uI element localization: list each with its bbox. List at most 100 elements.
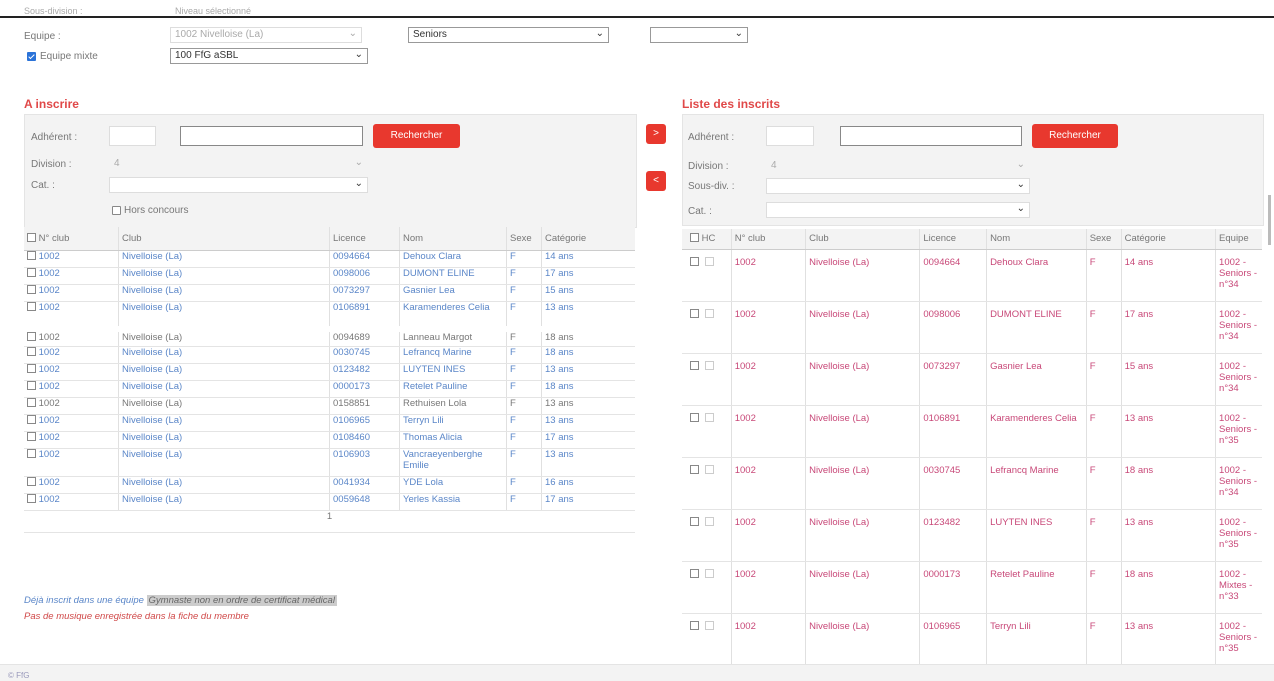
hc-checkbox[interactable] bbox=[705, 412, 714, 422]
right-col-hc[interactable]: HC bbox=[682, 229, 732, 250]
select-all-checkbox[interactable] bbox=[27, 232, 36, 242]
cell-club[interactable]: Nivelloise (La) bbox=[118, 431, 330, 449]
remove-from-list-button[interactable]: < bbox=[646, 171, 666, 191]
cell-club[interactable]: Nivelloise (La) bbox=[118, 284, 330, 302]
right-adherent-search-input[interactable] bbox=[840, 126, 1022, 146]
table-row[interactable]: 1002 Nivelloise (La) 0094664 Dehoux Clara F 1… bbox=[682, 249, 1262, 302]
table-row[interactable]: 1002 Nivelloise (La) 0059648 Yerles Kassia F… bbox=[24, 493, 635, 511]
table-row[interactable]: 1002 Nivelloise (La) 0073297 Gasnier Lea F 15… bbox=[682, 353, 1262, 406]
cell-club[interactable]: Nivelloise (La) bbox=[118, 493, 330, 511]
right-col-club[interactable]: Club bbox=[805, 229, 920, 250]
right-col-sexe[interactable]: Sexe bbox=[1085, 229, 1122, 250]
program-select[interactable]: 100 FfG aSBL ⌄ bbox=[170, 48, 368, 64]
division-select[interactable]: 4 ⌄ bbox=[109, 156, 368, 172]
row-checkbox[interactable] bbox=[27, 284, 36, 294]
cell-club[interactable]: Nivelloise (La) bbox=[118, 476, 330, 494]
table-row[interactable]: 1002 Nivelloise (La) 0106903 Vancraeyenberg… bbox=[24, 448, 635, 477]
cell-club[interactable]: Nivelloise (La) bbox=[118, 267, 330, 285]
hc-checkbox[interactable] bbox=[705, 360, 714, 370]
right-col-categorie[interactable]: Catégorie bbox=[1120, 229, 1216, 250]
cell-club[interactable]: Nivelloise (La) bbox=[118, 363, 330, 381]
table-row[interactable]: 1002 Nivelloise (La) 0106891 Karamenderes C… bbox=[682, 405, 1262, 458]
table-row[interactable]: 1002 Nivelloise (La) 0098006 DUMONT ELINE F 1… bbox=[682, 301, 1262, 354]
row-checkbox[interactable] bbox=[27, 380, 36, 390]
blank-select[interactable]: ⌄ bbox=[650, 27, 748, 43]
cell-nom[interactable]: Vancraeyenberghe Emilie bbox=[399, 448, 507, 477]
cell-nom[interactable]: Lanneau Margot bbox=[399, 329, 507, 347]
cell-nom[interactable]: Rethuisen Lola bbox=[399, 397, 507, 415]
left-col-club-no[interactable]: N° club bbox=[24, 227, 119, 251]
right-cat-select[interactable]: ⌄ bbox=[766, 202, 1030, 218]
left-col-categorie[interactable]: Catégorie bbox=[541, 227, 635, 251]
cell-nom[interactable]: Gasnier Lea bbox=[399, 284, 507, 302]
left-col-club[interactable]: Club bbox=[118, 227, 330, 251]
seniors-select[interactable]: Seniors ⌄ bbox=[408, 27, 609, 43]
scrollbar-thumb[interactable] bbox=[1268, 195, 1271, 245]
row-checkbox[interactable] bbox=[27, 250, 36, 260]
hc-checkbox[interactable] bbox=[705, 464, 714, 474]
cell-nom[interactable]: Dehoux Clara bbox=[399, 250, 507, 268]
row-checkbox[interactable] bbox=[27, 346, 36, 356]
hors-concours-checkbox[interactable] bbox=[112, 206, 121, 215]
adherent-search-input[interactable] bbox=[180, 126, 363, 146]
cell-club[interactable]: Nivelloise (La) bbox=[118, 414, 330, 432]
table-row[interactable]: 1002 Nivelloise (La) 0000173 Retelet Paulin… bbox=[24, 380, 635, 398]
row-checkbox[interactable] bbox=[27, 476, 36, 486]
equipe-select[interactable]: 1002 Nivelloise (La) ⌄ bbox=[170, 27, 362, 43]
left-col-licence[interactable]: Licence bbox=[329, 227, 400, 251]
page-number[interactable]: 1 bbox=[24, 510, 635, 533]
cell-club[interactable]: Nivelloise (La) bbox=[118, 380, 330, 398]
sousdiv-select[interactable]: ⌄ bbox=[766, 178, 1030, 194]
cell-nom[interactable]: YDE Lola bbox=[399, 476, 507, 494]
row-checkbox[interactable] bbox=[690, 464, 699, 474]
table-row[interactable]: 1002 Nivelloise (La) 0108460 Thomas Alicia F… bbox=[24, 431, 635, 449]
select-all-right-checkbox[interactable] bbox=[690, 233, 699, 243]
row-checkbox[interactable] bbox=[690, 412, 699, 422]
table-row[interactable]: 1002 Nivelloise (La) 0106965 Terryn Lili F 13… bbox=[24, 414, 635, 432]
right-col-nom[interactable]: Nom bbox=[986, 229, 1087, 250]
right-col-licence[interactable]: Licence bbox=[919, 229, 987, 250]
row-checkbox[interactable] bbox=[690, 516, 699, 526]
row-checkbox[interactable] bbox=[690, 256, 699, 266]
left-col-nom[interactable]: Nom bbox=[399, 227, 507, 251]
row-checkbox[interactable] bbox=[27, 332, 36, 341]
right-col-club-no[interactable]: N° club bbox=[730, 229, 806, 250]
table-row[interactable]: 1002 Nivelloise (La) 0073297 Gasnier Lea F 15… bbox=[24, 284, 635, 302]
right-division-select[interactable]: 4 ⌄ bbox=[766, 158, 1030, 174]
table-row[interactable]: 1002 Nivelloise (La) 0098006 DUMONT ELINE F 1… bbox=[24, 267, 635, 285]
cell-nom[interactable]: DUMONT ELINE bbox=[399, 267, 507, 285]
table-row[interactable]: 1002 Nivelloise (La) 0030745 Lefrancq Marin… bbox=[682, 457, 1262, 510]
hc-checkbox[interactable] bbox=[705, 256, 714, 266]
right-col-equipe[interactable]: Equipe bbox=[1215, 229, 1262, 250]
row-checkbox[interactable] bbox=[690, 620, 699, 630]
left-search-button[interactable]: Rechercher bbox=[373, 124, 460, 148]
row-checkbox[interactable] bbox=[690, 308, 699, 318]
table-row[interactable]: 1002 Nivelloise (La) 0158851 Rethuisen Lola… bbox=[24, 397, 635, 415]
cat-select[interactable]: ⌄ bbox=[109, 177, 368, 193]
table-row[interactable]: 1002 Nivelloise (La) 0106965 Terryn Lili F 13… bbox=[682, 613, 1262, 666]
table-row[interactable]: 1002 Nivelloise (La) 0094664 Dehoux Clara F 1… bbox=[24, 250, 635, 268]
row-checkbox[interactable] bbox=[690, 360, 699, 370]
cell-nom[interactable]: Lefrancq Marine bbox=[399, 346, 507, 364]
hc-checkbox[interactable] bbox=[705, 568, 714, 578]
table-row[interactable]: 1002 Nivelloise (La) 0106891 Karamenderes C… bbox=[24, 301, 635, 330]
row-checkbox[interactable] bbox=[27, 267, 36, 277]
right-search-button[interactable]: Rechercher bbox=[1032, 124, 1118, 148]
table-row[interactable]: 1002 Nivelloise (La) 0123482 LUYTEN INES F 13… bbox=[24, 363, 635, 381]
left-col-sexe[interactable]: Sexe bbox=[506, 227, 542, 251]
add-to-list-button[interactable]: > bbox=[646, 124, 666, 144]
table-row[interactable]: 1002 Nivelloise (La) 0000173 Retelet Paulin… bbox=[682, 561, 1262, 614]
cell-club[interactable]: Nivelloise (La) bbox=[118, 301, 330, 330]
cell-club[interactable]: Nivelloise (La) bbox=[118, 448, 330, 477]
hc-checkbox[interactable] bbox=[705, 308, 714, 318]
row-checkbox[interactable] bbox=[27, 448, 36, 458]
cell-nom[interactable]: Terryn Lili bbox=[399, 414, 507, 432]
adherent-number-input[interactable] bbox=[109, 126, 156, 146]
cell-nom[interactable]: Yerles Kassia bbox=[399, 493, 507, 511]
row-checkbox[interactable] bbox=[27, 397, 36, 407]
cell-nom[interactable]: LUYTEN INES bbox=[399, 363, 507, 381]
cell-nom[interactable]: Thomas Alicia bbox=[399, 431, 507, 449]
cell-club[interactable]: Nivelloise (La) bbox=[118, 250, 330, 268]
right-adherent-number-input[interactable] bbox=[766, 126, 814, 146]
table-row[interactable]: 1002 Nivelloise (La) 0030745 Lefrancq Marin… bbox=[24, 346, 635, 364]
